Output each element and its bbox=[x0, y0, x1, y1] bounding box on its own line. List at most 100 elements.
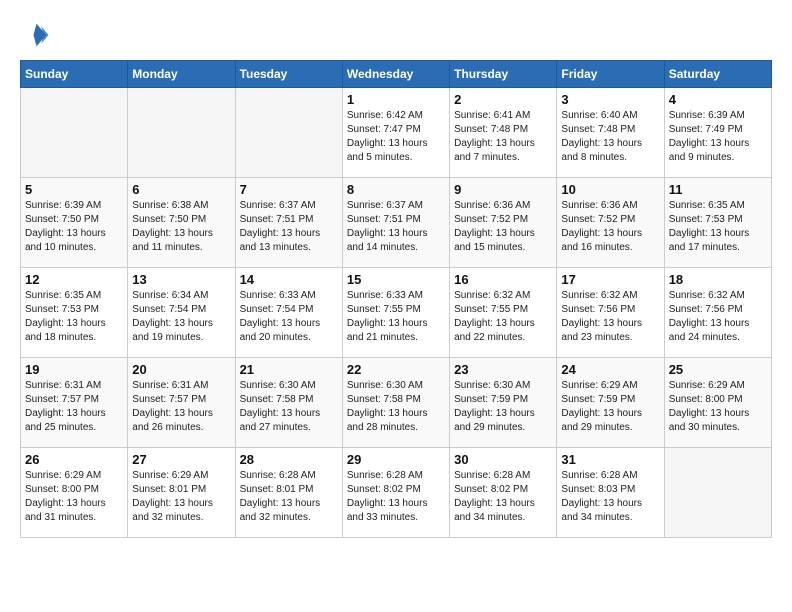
cell-info: Sunrise: 6:42 AM Sunset: 7:47 PM Dayligh… bbox=[347, 109, 445, 165]
cell-info: Sunrise: 6:31 AM Sunset: 7:57 PM Dayligh… bbox=[25, 379, 123, 435]
weekday-header: Thursday bbox=[450, 61, 557, 88]
calendar-cell: 14 Sunrise: 6:33 AM Sunset: 7:54 PM Dayli… bbox=[235, 268, 342, 358]
calendar-cell: 2 Sunrise: 6:41 AM Sunset: 7:48 PM Daylig… bbox=[450, 88, 557, 178]
day-number: 9 bbox=[454, 182, 552, 197]
calendar-cell: 22 Sunrise: 6:30 AM Sunset: 7:58 PM Dayli… bbox=[342, 358, 449, 448]
day-number: 5 bbox=[25, 182, 123, 197]
cell-info: Sunrise: 6:28 AM Sunset: 8:02 PM Dayligh… bbox=[347, 469, 445, 525]
day-number: 8 bbox=[347, 182, 445, 197]
calendar-cell: 8 Sunrise: 6:37 AM Sunset: 7:51 PM Daylig… bbox=[342, 178, 449, 268]
day-number: 10 bbox=[561, 182, 659, 197]
calendar-cell: 23 Sunrise: 6:30 AM Sunset: 7:59 PM Dayli… bbox=[450, 358, 557, 448]
day-number: 20 bbox=[132, 362, 230, 377]
cell-info: Sunrise: 6:30 AM Sunset: 7:58 PM Dayligh… bbox=[347, 379, 445, 435]
calendar-cell: 12Sunrise: 6:35 AM Sunset: 7:53 PM Dayli… bbox=[21, 268, 128, 358]
calendar-cell: 31 Sunrise: 6:28 AM Sunset: 8:03 PM Dayli… bbox=[557, 448, 664, 538]
cell-info: Sunrise: 6:36 AM Sunset: 7:52 PM Dayligh… bbox=[454, 199, 552, 255]
day-number: 6 bbox=[132, 182, 230, 197]
weekday-header: Sunday bbox=[21, 61, 128, 88]
calendar-cell: 28 Sunrise: 6:28 AM Sunset: 8:01 PM Dayli… bbox=[235, 448, 342, 538]
calendar-cell: 25Sunrise: 6:29 AM Sunset: 8:00 PM Dayli… bbox=[664, 358, 771, 448]
calendar-cell: 17Sunrise: 6:32 AM Sunset: 7:56 PM Dayli… bbox=[557, 268, 664, 358]
calendar-cell: 21 Sunrise: 6:30 AM Sunset: 7:58 PM Dayli… bbox=[235, 358, 342, 448]
cell-info: Sunrise: 6:32 AM Sunset: 7:56 PM Dayligh… bbox=[669, 289, 767, 345]
cell-info: Sunrise: 6:39 AM Sunset: 7:50 PM Dayligh… bbox=[25, 199, 123, 255]
day-number: 22 bbox=[347, 362, 445, 377]
calendar-cell: 11Sunrise: 6:35 AM Sunset: 7:53 PM Dayli… bbox=[664, 178, 771, 268]
cell-info: Sunrise: 6:31 AM Sunset: 7:57 PM Dayligh… bbox=[132, 379, 230, 435]
calendar-cell: 29 Sunrise: 6:28 AM Sunset: 8:02 PM Dayli… bbox=[342, 448, 449, 538]
calendar-cell: 16 Sunrise: 6:32 AM Sunset: 7:55 PM Dayli… bbox=[450, 268, 557, 358]
day-number: 13 bbox=[132, 272, 230, 287]
logo-icon bbox=[20, 20, 50, 50]
cell-info: Sunrise: 6:35 AM Sunset: 7:53 PM Dayligh… bbox=[669, 199, 767, 255]
day-number: 28 bbox=[240, 452, 338, 467]
calendar-cell: 6Sunrise: 6:38 AM Sunset: 7:50 PM Daylig… bbox=[128, 178, 235, 268]
cell-info: Sunrise: 6:37 AM Sunset: 7:51 PM Dayligh… bbox=[347, 199, 445, 255]
cell-info: Sunrise: 6:29 AM Sunset: 8:01 PM Dayligh… bbox=[132, 469, 230, 525]
calendar-cell: 15Sunrise: 6:33 AM Sunset: 7:55 PM Dayli… bbox=[342, 268, 449, 358]
day-number: 30 bbox=[454, 452, 552, 467]
day-number: 12 bbox=[25, 272, 123, 287]
day-number: 24 bbox=[561, 362, 659, 377]
calendar-cell: 9 Sunrise: 6:36 AM Sunset: 7:52 PM Daylig… bbox=[450, 178, 557, 268]
cell-info: Sunrise: 6:33 AM Sunset: 7:55 PM Dayligh… bbox=[347, 289, 445, 345]
cell-info: Sunrise: 6:37 AM Sunset: 7:51 PM Dayligh… bbox=[240, 199, 338, 255]
day-number: 1 bbox=[347, 92, 445, 107]
calendar-cell: 7 Sunrise: 6:37 AM Sunset: 7:51 PM Daylig… bbox=[235, 178, 342, 268]
weekday-header: Saturday bbox=[664, 61, 771, 88]
calendar-cell: 20 Sunrise: 6:31 AM Sunset: 7:57 PM Dayli… bbox=[128, 358, 235, 448]
calendar-cell: 19 Sunrise: 6:31 AM Sunset: 7:57 PM Dayli… bbox=[21, 358, 128, 448]
calendar-header-row: SundayMondayTuesdayWednesdayThursdayFrid… bbox=[21, 61, 772, 88]
cell-info: Sunrise: 6:30 AM Sunset: 7:59 PM Dayligh… bbox=[454, 379, 552, 435]
calendar-cell bbox=[21, 88, 128, 178]
day-number: 2 bbox=[454, 92, 552, 107]
weekday-header: Wednesday bbox=[342, 61, 449, 88]
day-number: 27 bbox=[132, 452, 230, 467]
calendar-week-row: 19 Sunrise: 6:31 AM Sunset: 7:57 PM Dayli… bbox=[21, 358, 772, 448]
day-number: 21 bbox=[240, 362, 338, 377]
cell-info: Sunrise: 6:40 AM Sunset: 7:48 PM Dayligh… bbox=[561, 109, 659, 165]
calendar-week-row: 5 Sunrise: 6:39 AM Sunset: 7:50 PM Daylig… bbox=[21, 178, 772, 268]
calendar-cell bbox=[664, 448, 771, 538]
day-number: 23 bbox=[454, 362, 552, 377]
weekday-header: Tuesday bbox=[235, 61, 342, 88]
day-number: 31 bbox=[561, 452, 659, 467]
calendar-cell: 5 Sunrise: 6:39 AM Sunset: 7:50 PM Daylig… bbox=[21, 178, 128, 268]
day-number: 25 bbox=[669, 362, 767, 377]
calendar-cell: 24 Sunrise: 6:29 AM Sunset: 7:59 PM Dayli… bbox=[557, 358, 664, 448]
weekday-header: Monday bbox=[128, 61, 235, 88]
day-number: 14 bbox=[240, 272, 338, 287]
cell-info: Sunrise: 6:30 AM Sunset: 7:58 PM Dayligh… bbox=[240, 379, 338, 435]
day-number: 16 bbox=[454, 272, 552, 287]
day-number: 18 bbox=[669, 272, 767, 287]
calendar-cell: 30 Sunrise: 6:28 AM Sunset: 8:02 PM Dayli… bbox=[450, 448, 557, 538]
day-number: 19 bbox=[25, 362, 123, 377]
day-number: 26 bbox=[25, 452, 123, 467]
cell-info: Sunrise: 6:36 AM Sunset: 7:52 PM Dayligh… bbox=[561, 199, 659, 255]
weekday-header: Friday bbox=[557, 61, 664, 88]
cell-info: Sunrise: 6:28 AM Sunset: 8:03 PM Dayligh… bbox=[561, 469, 659, 525]
cell-info: Sunrise: 6:41 AM Sunset: 7:48 PM Dayligh… bbox=[454, 109, 552, 165]
cell-info: Sunrise: 6:29 AM Sunset: 8:00 PM Dayligh… bbox=[25, 469, 123, 525]
calendar-cell: 13Sunrise: 6:34 AM Sunset: 7:54 PM Dayli… bbox=[128, 268, 235, 358]
calendar-week-row: 1 Sunrise: 6:42 AM Sunset: 7:47 PM Daylig… bbox=[21, 88, 772, 178]
calendar-week-row: 12Sunrise: 6:35 AM Sunset: 7:53 PM Dayli… bbox=[21, 268, 772, 358]
page-header bbox=[20, 20, 772, 50]
cell-info: Sunrise: 6:29 AM Sunset: 7:59 PM Dayligh… bbox=[561, 379, 659, 435]
calendar-cell: 18 Sunrise: 6:32 AM Sunset: 7:56 PM Dayli… bbox=[664, 268, 771, 358]
cell-info: Sunrise: 6:33 AM Sunset: 7:54 PM Dayligh… bbox=[240, 289, 338, 345]
day-number: 29 bbox=[347, 452, 445, 467]
day-number: 7 bbox=[240, 182, 338, 197]
calendar-week-row: 26 Sunrise: 6:29 AM Sunset: 8:00 PM Dayli… bbox=[21, 448, 772, 538]
calendar-cell bbox=[128, 88, 235, 178]
calendar-table: SundayMondayTuesdayWednesdayThursdayFrid… bbox=[20, 60, 772, 538]
cell-info: Sunrise: 6:32 AM Sunset: 7:55 PM Dayligh… bbox=[454, 289, 552, 345]
cell-info: Sunrise: 6:28 AM Sunset: 8:01 PM Dayligh… bbox=[240, 469, 338, 525]
cell-info: Sunrise: 6:39 AM Sunset: 7:49 PM Dayligh… bbox=[669, 109, 767, 165]
calendar-cell: 1 Sunrise: 6:42 AM Sunset: 7:47 PM Daylig… bbox=[342, 88, 449, 178]
logo bbox=[20, 20, 52, 50]
day-number: 17 bbox=[561, 272, 659, 287]
day-number: 3 bbox=[561, 92, 659, 107]
cell-info: Sunrise: 6:28 AM Sunset: 8:02 PM Dayligh… bbox=[454, 469, 552, 525]
